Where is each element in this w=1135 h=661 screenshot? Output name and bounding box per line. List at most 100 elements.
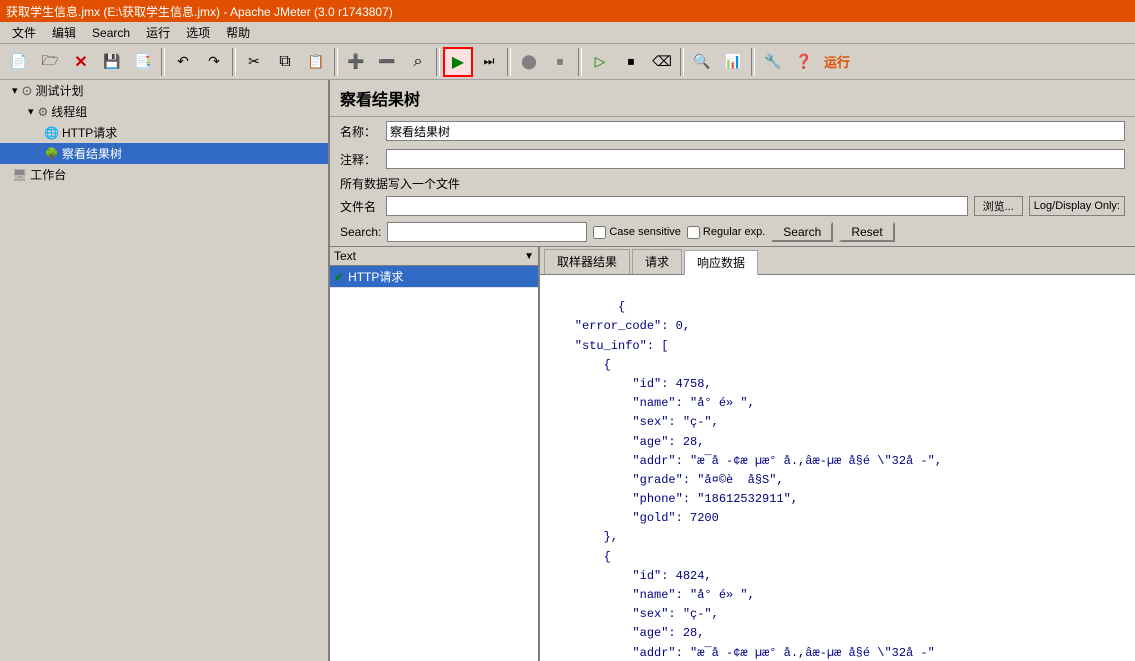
search-button[interactable]: Search: [771, 222, 833, 242]
text-col-label: Text: [334, 249, 520, 263]
case-sensitive-checkbox[interactable]: [593, 226, 606, 239]
left-panel: ▾ ⊙ 测试计划 ▾ ⚙ 线程组 🌐 HTTP请求 🌳 察看结果树 🖥 工作台: [0, 80, 330, 661]
tree-label-resulttree: 察看结果树: [62, 145, 122, 162]
tree-icon-workbench: 🖥: [12, 168, 27, 182]
zoom-button[interactable]: ⌕: [403, 47, 433, 77]
menu-edit[interactable]: 编辑: [44, 22, 84, 43]
paste-button[interactable]: 📋: [301, 47, 331, 77]
menu-run[interactable]: 运行: [138, 22, 178, 43]
regular-exp-label: Regular exp.: [687, 226, 765, 239]
play-no-pause-button[interactable]: ⏭: [474, 47, 504, 77]
save-button[interactable]: 💾: [97, 47, 127, 77]
tree-label-threadgroup: 线程组: [51, 103, 87, 120]
menu-help[interactable]: 帮助: [218, 22, 258, 43]
start-remote-button[interactable]: ▷: [585, 47, 615, 77]
separator-2: [232, 48, 236, 76]
write-all-row: 所有数据写入一个文件: [330, 173, 1135, 194]
request-item-http[interactable]: ✔ HTTP请求: [330, 266, 538, 288]
log-button[interactable]: Log/Display Only:: [1029, 196, 1125, 216]
tree-icon-testplan: ⊙: [22, 83, 33, 99]
tree-item-result-tree[interactable]: 🌳 察看结果树: [0, 143, 328, 164]
menu-file[interactable]: 文件: [4, 22, 44, 43]
filename-label: 文件名: [340, 198, 380, 215]
tab-sampler-result[interactable]: 取样器结果: [544, 249, 630, 274]
play-button[interactable]: ▶: [443, 47, 473, 77]
req-list-header: Text ▼: [330, 247, 538, 266]
filename-input[interactable]: [386, 196, 968, 216]
tree-icon-http: 🌐: [44, 126, 59, 140]
comment-input[interactable]: [386, 149, 1125, 169]
new-button[interactable]: 📄: [4, 47, 34, 77]
success-icon: ✔: [334, 270, 344, 284]
name-row: 名称：: [330, 117, 1135, 145]
separator-7: [680, 48, 684, 76]
title-bar: 获取学生信息.jmx (E:\获取学生信息.jmx) - Apache JMet…: [0, 0, 1135, 22]
expand-button[interactable]: ➕: [341, 47, 371, 77]
menu-bar: 文件 编辑 Search 运行 选项 帮助: [0, 22, 1135, 44]
filename-row: 文件名 浏览... Log/Display Only:: [330, 194, 1135, 218]
panel-title-text: 察看结果树: [340, 92, 420, 109]
collapse-button[interactable]: ➖: [372, 47, 402, 77]
tree-item-http-request[interactable]: 🌐 HTTP请求: [0, 122, 328, 143]
search-input[interactable]: [387, 222, 587, 242]
name-label: 名称：: [340, 123, 380, 140]
stop2-button[interactable]: ⏹: [545, 47, 575, 77]
help-button[interactable]: ❓: [789, 47, 819, 77]
stop-remote-button[interactable]: ⏹: [616, 47, 646, 77]
menu-search[interactable]: Search: [84, 24, 138, 42]
search-toolbar-button[interactable]: 🔍: [687, 47, 717, 77]
case-sensitive-label: Case sensitive: [593, 226, 681, 239]
browse-button[interactable]: 浏览...: [974, 196, 1023, 216]
separator-5: [507, 48, 511, 76]
panel-title: 察看结果树: [330, 80, 1135, 117]
tree-item-workbench[interactable]: 🖥 工作台: [0, 164, 328, 185]
reset-button[interactable]: Reset: [839, 222, 894, 242]
stop-button[interactable]: ⬤: [514, 47, 544, 77]
tree-item-thread-group[interactable]: ▾ ⚙ 线程组: [0, 101, 328, 122]
title-text: 获取学生信息.jmx (E:\获取学生信息.jmx) - Apache JMet…: [6, 3, 393, 20]
separator-4: [436, 48, 440, 76]
tree-item-test-plan[interactable]: ▾ ⊙ 测试计划: [0, 80, 328, 101]
comment-label: 注释：: [340, 151, 380, 168]
tree-icon-threadgroup: ⚙: [38, 105, 49, 119]
col-sort-icon[interactable]: ▼: [524, 251, 534, 262]
copy-button[interactable]: ⧉: [270, 47, 300, 77]
open-button[interactable]: 🗁: [35, 47, 65, 77]
search-row: Search: Case sensitive Regular exp. Sear…: [330, 218, 1135, 246]
response-content: { "error_code": 0, "stu_info": [ { "id":…: [540, 275, 1135, 661]
tree-label-workbench: 工作台: [30, 166, 66, 183]
saveas-button[interactable]: 📑: [128, 47, 158, 77]
right-panel: 察看结果树 名称： 注释： 所有数据写入一个文件 文件名 浏览... Log/D…: [330, 80, 1135, 661]
search-label: Search:: [340, 225, 381, 239]
tools-button[interactable]: 🔧: [758, 47, 788, 77]
tabs: 取样器结果 请求 响应数据: [540, 247, 1135, 275]
toolbar: 📄 🗁 ✕ 💾 📑 ↶ ↷ ✂ ⧉ 📋 ➕ ➖ ⌕ ▶ ⏭ ⬤ ⏹ ▷ ⏹ ⌫ …: [0, 44, 1135, 80]
separator-6: [578, 48, 582, 76]
clear-button[interactable]: ⌫: [647, 47, 677, 77]
close-button[interactable]: ✕: [66, 47, 96, 77]
request-item-label: HTTP请求: [348, 268, 403, 285]
tab-response-data[interactable]: 响应数据: [684, 250, 758, 275]
comment-row: 注释：: [330, 145, 1135, 173]
cut-button[interactable]: ✂: [239, 47, 269, 77]
name-input[interactable]: [386, 121, 1125, 141]
expand-icon-2: ▾: [28, 105, 34, 118]
tree-label-http: HTTP请求: [62, 124, 117, 141]
separator-3: [334, 48, 338, 76]
redo-button[interactable]: ↷: [199, 47, 229, 77]
run-label: 运行: [824, 52, 850, 71]
tree-label-testplan: 测试计划: [35, 82, 83, 99]
tab-request[interactable]: 请求: [632, 249, 682, 274]
undo-button[interactable]: ↶: [168, 47, 198, 77]
menu-options[interactable]: 选项: [178, 22, 218, 43]
expand-icon-1: ▾: [12, 84, 18, 97]
main-layout: ▾ ⊙ 测试计划 ▾ ⚙ 线程组 🌐 HTTP请求 🌳 察看结果树 🖥 工作台 …: [0, 80, 1135, 661]
separator-1: [161, 48, 165, 76]
response-text: { "error_code": 0, "stu_info": [ { "id":…: [546, 300, 942, 661]
regular-exp-checkbox[interactable]: [687, 226, 700, 239]
separator-8: [751, 48, 755, 76]
split-area: Text ▼ ✔ HTTP请求 取样器结果 请求 响应数据 {: [330, 246, 1135, 661]
write-all-label: 所有数据写入一个文件: [340, 177, 460, 191]
content-area: 取样器结果 请求 响应数据 { "error_code": 0, "stu_in…: [540, 247, 1135, 661]
report-button[interactable]: 📊: [718, 47, 748, 77]
